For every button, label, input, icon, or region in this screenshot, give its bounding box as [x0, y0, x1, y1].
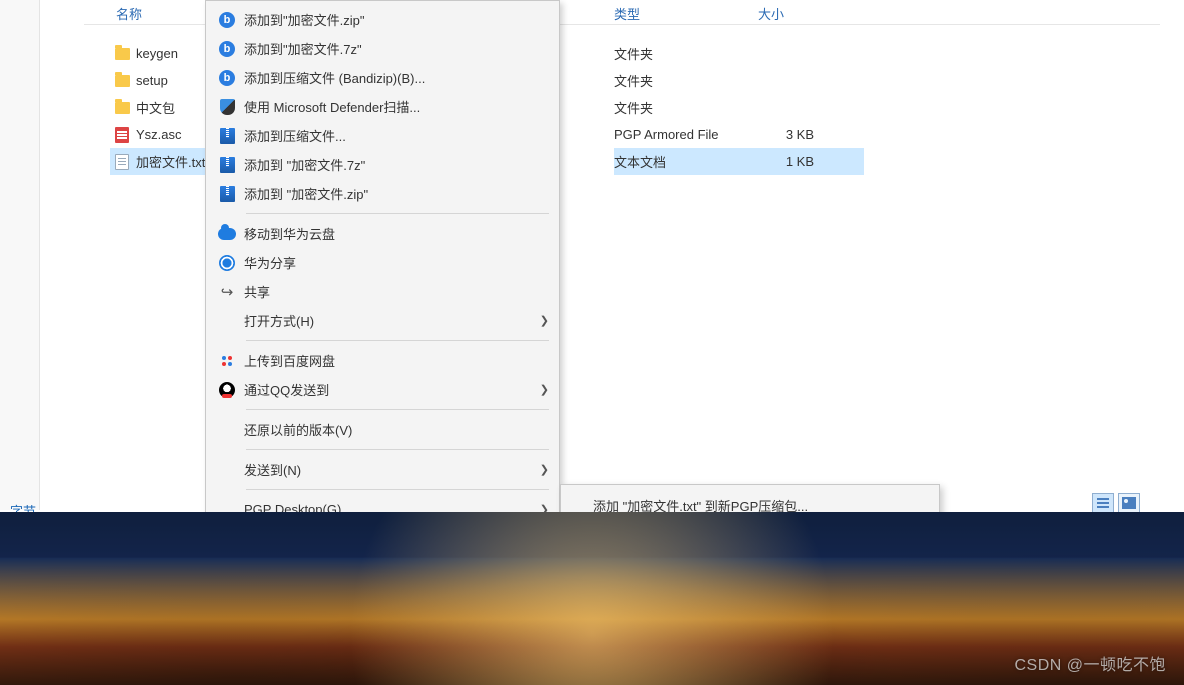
sidebar-strip — [0, 0, 40, 510]
bandizip-icon: b — [219, 41, 235, 57]
view-details-button[interactable] — [1092, 493, 1114, 513]
txt-file-icon — [114, 154, 130, 170]
menu-add-zip-2[interactable]: 添加到 "加密文件.zip" — [206, 179, 559, 208]
bandizip-icon: b — [219, 70, 235, 86]
menu-add-bandizip[interactable]: b添加到压缩文件 (Bandizip)(B)... — [206, 63, 559, 92]
column-header-name[interactable]: 名称 — [116, 0, 142, 26]
bandizip-icon: b — [219, 12, 235, 28]
file-detail-columns: 文件夹 文件夹 文件夹 PGP Armored File3 KB 文本文档1 K… — [614, 40, 864, 175]
share-icon: ↪ — [221, 283, 234, 301]
chevron-right-icon: ❯ — [537, 314, 549, 327]
menu-add-compress[interactable]: 添加到压缩文件... — [206, 121, 559, 150]
menu-huawei-cloud[interactable]: 移动到华为云盘 — [206, 219, 559, 248]
asc-file-icon — [114, 127, 130, 143]
menu-defender-scan[interactable]: 使用 Microsoft Defender扫描... — [206, 92, 559, 121]
menu-restore-versions[interactable]: 还原以前的版本(V) — [206, 415, 559, 444]
watermark: CSDN @一顿吃不饱 — [1014, 651, 1166, 675]
table-row-selected: 文本文档1 KB — [614, 148, 864, 175]
table-row: 文件夹 — [614, 40, 864, 67]
menu-open-with[interactable]: 打开方式(H)❯ — [206, 306, 559, 335]
menu-separator — [246, 449, 549, 450]
folder-icon — [114, 73, 130, 89]
file-name: 加密文件.txt — [136, 152, 205, 171]
view-thumbnails-button[interactable] — [1118, 493, 1140, 513]
table-row: 文件夹 — [614, 67, 864, 94]
file-name: 中文包 — [136, 98, 175, 117]
archive-icon — [220, 157, 235, 173]
defender-icon — [220, 99, 235, 115]
menu-separator — [246, 213, 549, 214]
archive-icon — [220, 128, 235, 144]
menu-huawei-share[interactable]: 华为分享 — [206, 248, 559, 277]
cloud-icon — [218, 228, 236, 240]
baidu-icon — [219, 353, 235, 369]
qq-icon — [219, 382, 235, 398]
folder-icon — [114, 46, 130, 62]
column-header-size[interactable]: 大小 — [758, 0, 784, 26]
menu-send-to[interactable]: 发送到(N)❯ — [206, 455, 559, 484]
archive-icon — [220, 186, 235, 202]
huawei-share-icon — [219, 255, 235, 271]
chevron-right-icon: ❯ — [537, 463, 549, 476]
file-name: setup — [136, 73, 168, 88]
menu-separator — [246, 409, 549, 410]
desktop-wallpaper — [0, 512, 1184, 685]
menu-add-7z[interactable]: b添加到"加密文件.7z" — [206, 34, 559, 63]
menu-share[interactable]: ↪共享 — [206, 277, 559, 306]
view-mode-tray — [1092, 493, 1140, 513]
table-row: 文件夹 — [614, 94, 864, 121]
table-row: PGP Armored File3 KB — [614, 121, 864, 148]
menu-baidu-upload[interactable]: 上传到百度网盘 — [206, 346, 559, 375]
menu-qq-send[interactable]: 通过QQ发送到❯ — [206, 375, 559, 404]
menu-add-zip[interactable]: b添加到"加密文件.zip" — [206, 5, 559, 34]
chevron-right-icon: ❯ — [537, 383, 549, 396]
menu-separator — [246, 340, 549, 341]
file-name: keygen — [136, 46, 178, 61]
menu-separator — [246, 489, 549, 490]
menu-add-7z-2[interactable]: 添加到 "加密文件.7z" — [206, 150, 559, 179]
column-header-type[interactable]: 类型 — [614, 0, 640, 26]
file-name: Ysz.asc — [136, 127, 182, 142]
folder-icon — [114, 100, 130, 116]
